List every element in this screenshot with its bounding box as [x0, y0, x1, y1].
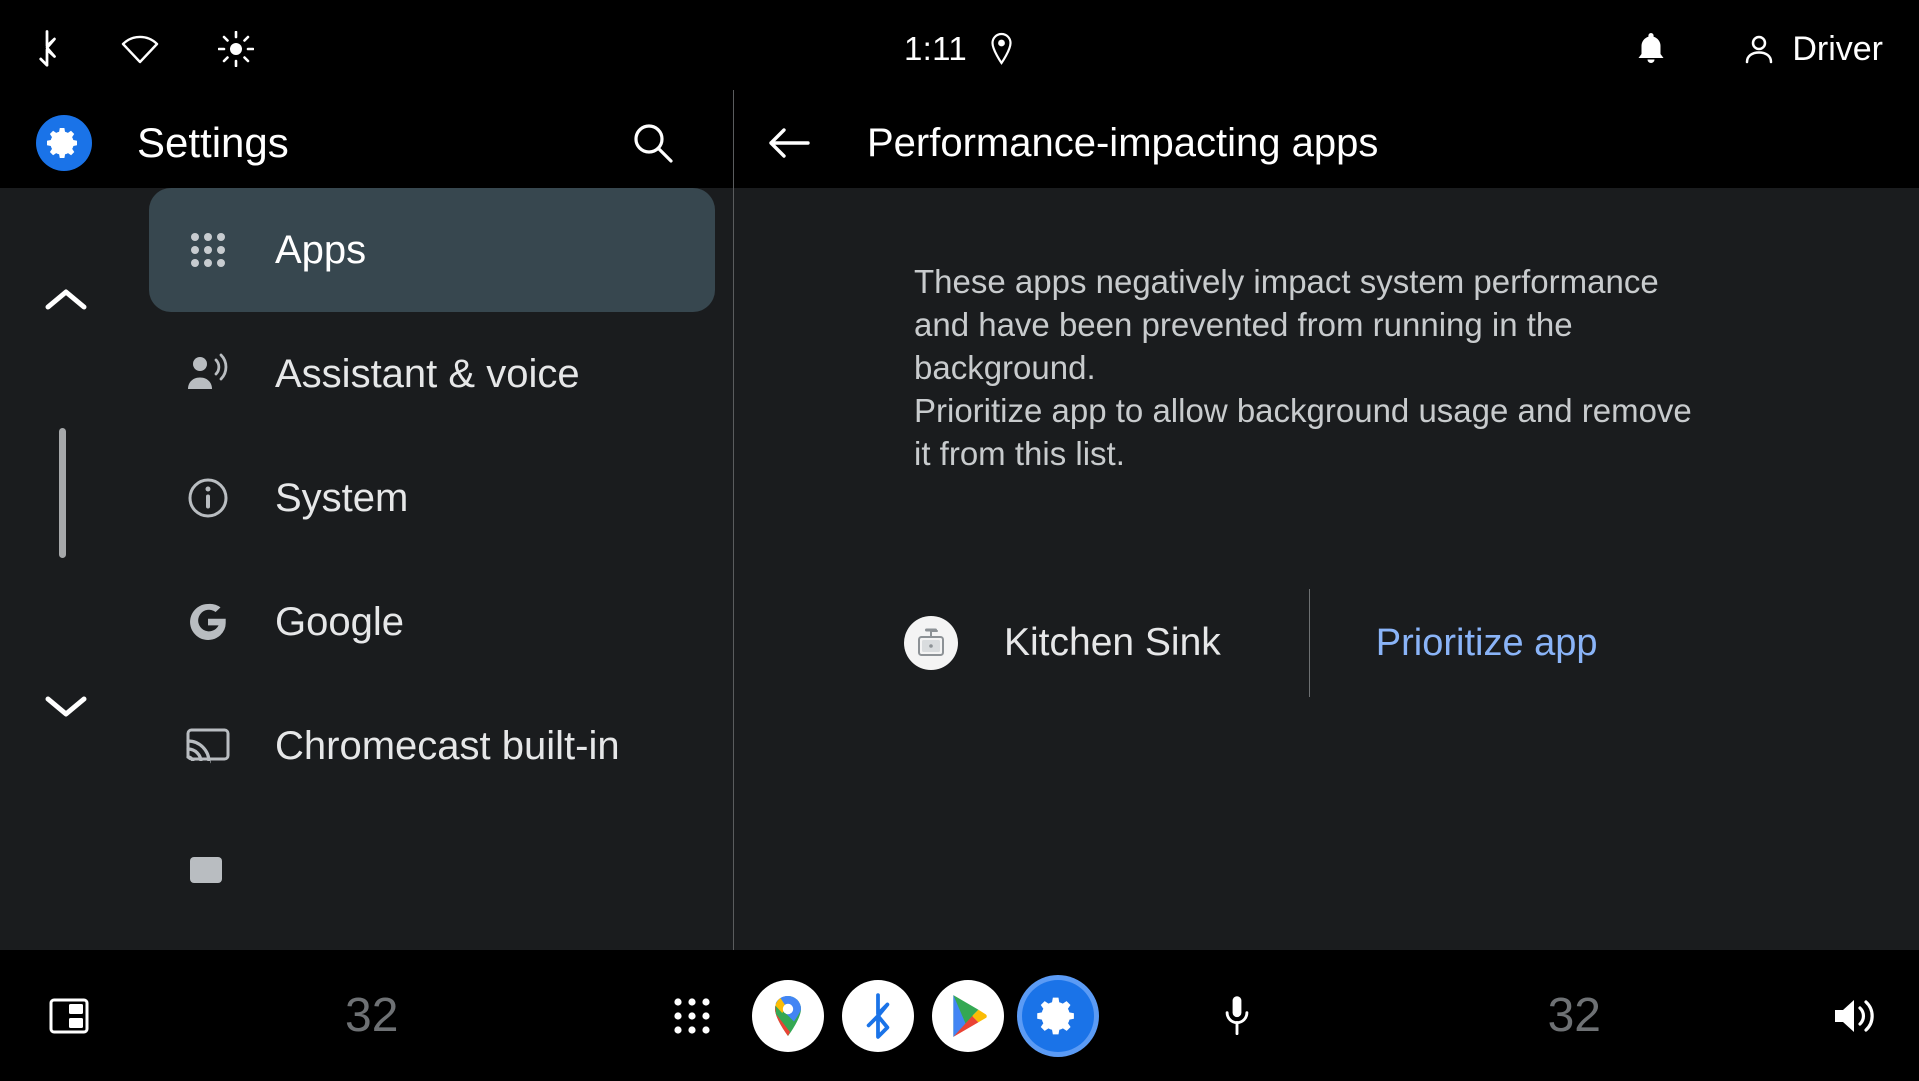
status-bar-left-icons	[32, 30, 254, 68]
sidebar-item-label: Assistant & voice	[275, 351, 580, 396]
car-settings-screen: 1:11 Driver Settings Apps Assistant & vo…	[0, 0, 1919, 1081]
info-circle-icon	[181, 477, 235, 519]
sidebar-item-chromecast[interactable]: Chromecast built-in	[149, 684, 715, 808]
bottom-nav-bar: 32 32	[0, 950, 1919, 1081]
sidebar-item-label: Apps	[275, 227, 367, 272]
back-arrow-icon[interactable]	[761, 115, 817, 171]
status-bar-center: 1:11	[904, 30, 1015, 68]
cast-icon	[181, 727, 235, 765]
apps-grid-icon	[181, 230, 235, 270]
sidebar-item-google[interactable]: Google	[149, 560, 715, 684]
microphone-icon[interactable]	[1213, 992, 1261, 1040]
status-bar: 1:11 Driver	[0, 0, 1919, 98]
nav-app-shortcuts	[752, 979, 1094, 1052]
detail-title: Performance-impacting apps	[867, 120, 1379, 165]
detail-pane: Performance-impacting apps These apps ne…	[734, 98, 1919, 950]
detail-header: Performance-impacting apps	[734, 98, 1919, 188]
sidebar-item-apps[interactable]: Apps	[149, 188, 715, 312]
sidebar-item-label: Google	[275, 599, 404, 644]
clock-time: 1:11	[904, 30, 967, 67]
settings-icon[interactable]	[1022, 979, 1094, 1052]
sidebar-nav-list: Apps Assistant & voice System Google Chr…	[0, 188, 733, 950]
bluetooth-icon[interactable]	[32, 30, 62, 68]
app-row-divider	[1308, 589, 1310, 697]
settings-sidebar: Settings Apps Assistant & voice System G…	[0, 98, 733, 950]
prioritize-app-button[interactable]: Prioritize app	[1376, 622, 1598, 665]
google-g-icon	[181, 601, 235, 643]
bluetooth-icon[interactable]	[842, 979, 914, 1052]
play-store-icon[interactable]	[932, 979, 1004, 1052]
page-title: Settings	[137, 119, 289, 166]
profile-label: Driver	[1792, 29, 1883, 68]
detail-body: These apps negatively impact system perf…	[734, 188, 1919, 950]
sidebar-header: Settings	[0, 98, 733, 188]
temperature-right[interactable]: 32	[1548, 988, 1601, 1043]
bell-icon[interactable]	[1634, 30, 1668, 68]
sidebar-item-assistant-voice[interactable]: Assistant & voice	[149, 312, 715, 436]
person-icon	[1742, 32, 1776, 66]
app-name-label: Kitchen Sink	[1004, 621, 1221, 664]
wifi-icon[interactable]	[120, 33, 160, 65]
profile-button[interactable]: Driver	[1742, 30, 1883, 69]
kitchen-sink-app-icon	[904, 616, 958, 670]
app-list-item: Kitchen Sink Prioritize app	[904, 588, 1904, 698]
search-icon[interactable]	[625, 115, 681, 171]
maps-icon[interactable]	[752, 979, 824, 1052]
sidebar-item-partial[interactable]	[149, 808, 715, 932]
assistant-voice-icon	[181, 353, 235, 395]
sidebar-item-system[interactable]: System	[149, 436, 715, 560]
status-bar-right: Driver	[1634, 30, 1883, 69]
volume-icon[interactable]	[1827, 989, 1881, 1043]
app-grid-icon[interactable]	[668, 992, 716, 1040]
split-screen-icon[interactable]	[42, 989, 96, 1043]
location-pin-icon	[989, 32, 1015, 66]
detail-description: These apps negatively impact system perf…	[914, 263, 1692, 472]
brightness-icon[interactable]	[218, 31, 254, 67]
partial-item-icon	[181, 853, 235, 887]
temperature-left[interactable]: 32	[345, 988, 398, 1043]
settings-gear-icon	[36, 115, 92, 171]
sidebar-item-label: System	[275, 475, 409, 520]
sidebar-item-label: Chromecast built-in	[275, 723, 620, 768]
